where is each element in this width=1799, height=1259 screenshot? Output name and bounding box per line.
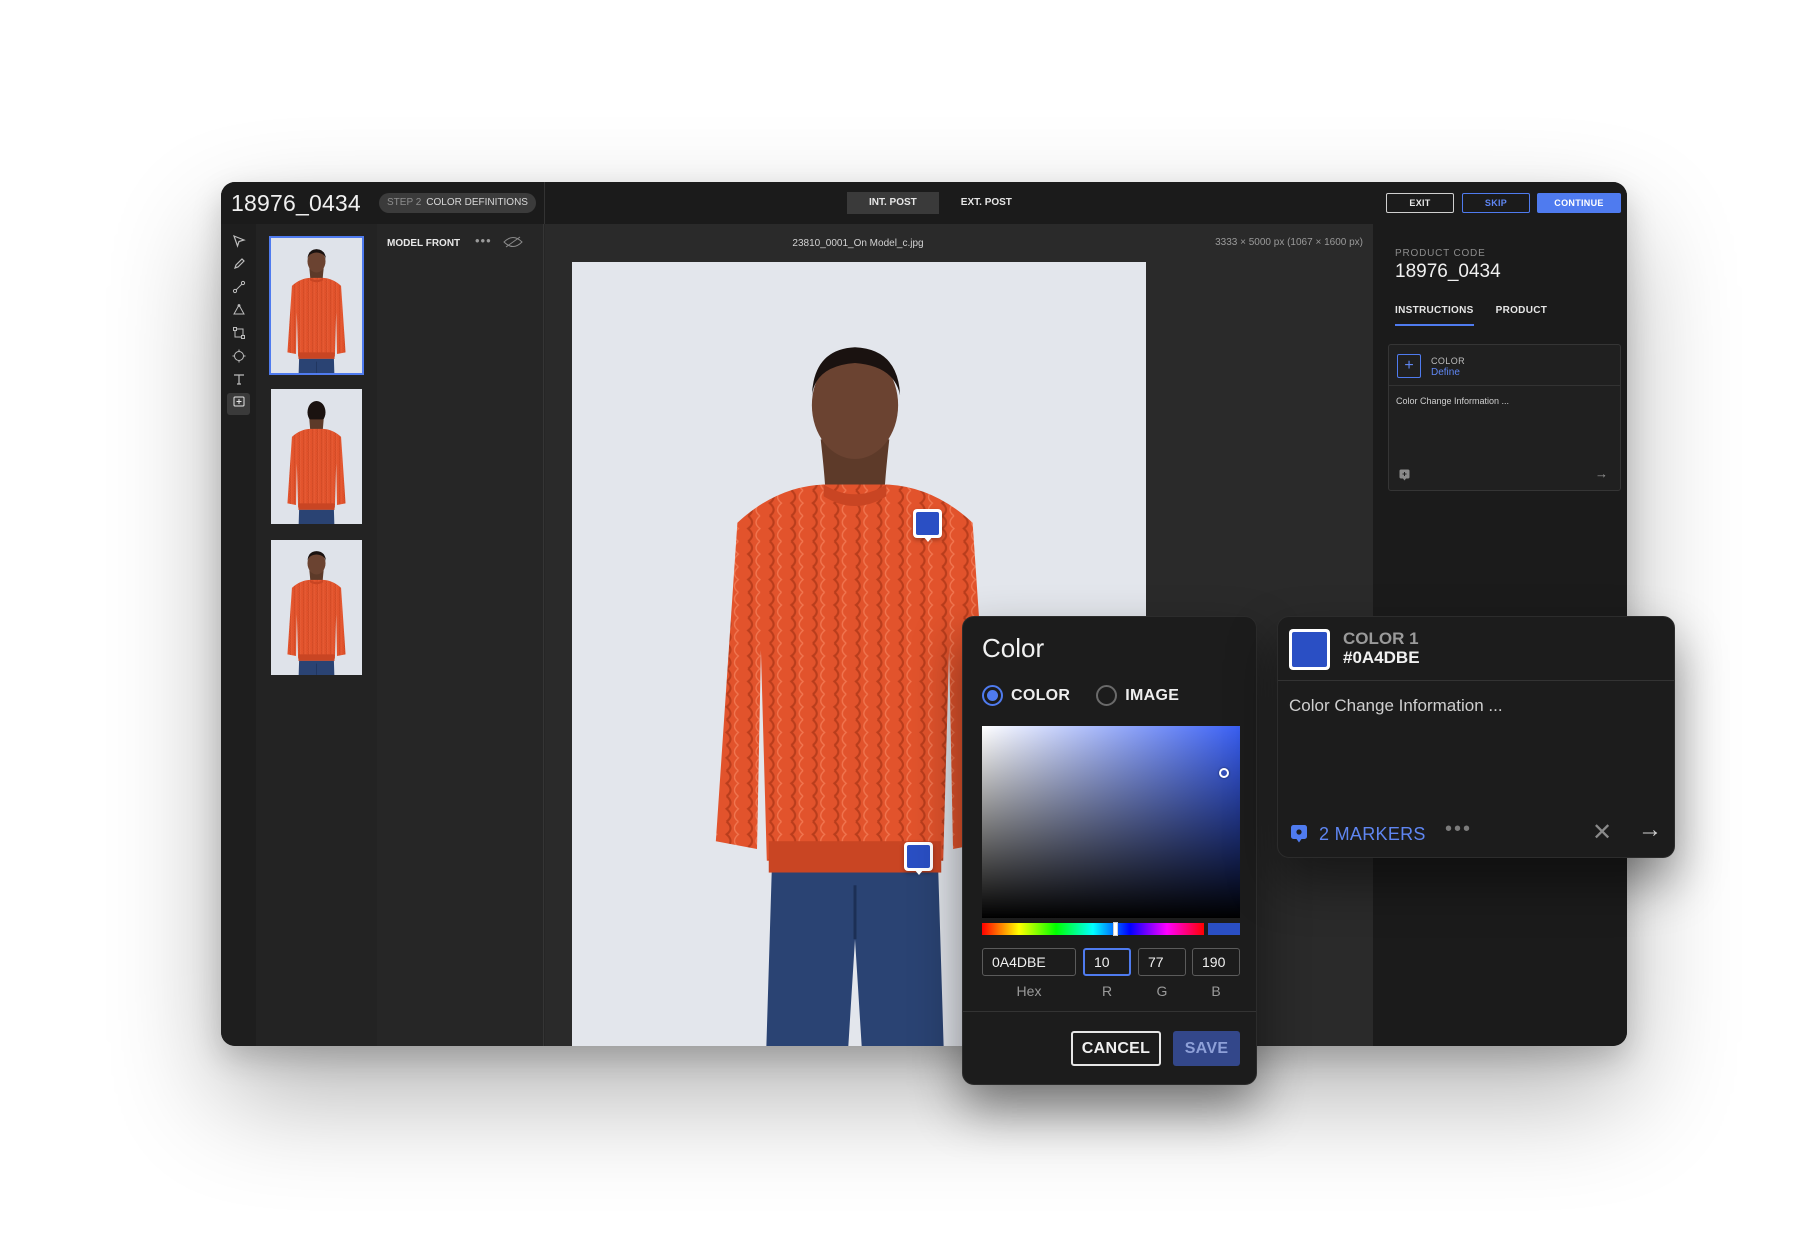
target-icon[interactable]: [227, 347, 250, 369]
tab-product[interactable]: PRODUCT: [1496, 305, 1548, 326]
product-code: 18976_0434: [1395, 261, 1501, 282]
divider: [544, 182, 545, 224]
thumbnail-front[interactable]: [269, 236, 364, 375]
tab-ext-post[interactable]: EXT. POST: [939, 192, 1034, 214]
panel-tabs: INSTRUCTIONS PRODUCT: [1395, 305, 1547, 326]
exit-button[interactable]: EXIT: [1386, 193, 1454, 213]
color-hex: #0A4DBE: [1343, 648, 1420, 667]
radio-color-label[interactable]: COLOR: [1011, 687, 1070, 705]
step-label: COLOR DEFINITIONS: [426, 197, 528, 208]
top-bar: 18976_0434 STEP 2 COLOR DEFINITIONS INT. …: [221, 182, 1627, 224]
blue-input[interactable]: 190: [1192, 948, 1240, 976]
close-icon[interactable]: ✕: [1592, 818, 1612, 847]
color-marker-1[interactable]: [913, 509, 942, 542]
step-indicator: STEP 2 COLOR DEFINITIONS: [379, 193, 536, 213]
green-label: G: [1156, 983, 1168, 999]
instruction-card: + COLOR Define Color Change Information …: [1388, 344, 1621, 491]
product-code-label: PRODUCT CODE: [1395, 248, 1486, 259]
marker-pin-icon: [1290, 824, 1308, 844]
instruction-text[interactable]: Color Change Information ...: [1396, 396, 1509, 406]
markers-count[interactable]: 2 MARKERS: [1319, 824, 1426, 845]
text-icon[interactable]: [227, 370, 250, 392]
more-options-icon[interactable]: •••: [475, 233, 492, 248]
visibility-off-icon[interactable]: [503, 236, 523, 251]
color-preview: [1208, 923, 1240, 935]
instruction-label: COLOR: [1431, 356, 1466, 366]
radio-color[interactable]: [982, 685, 1003, 706]
red-input[interactable]: 10: [1083, 948, 1131, 976]
picker-cursor[interactable]: [1219, 768, 1229, 778]
thumbnail-front-alt[interactable]: [271, 540, 362, 675]
hue-slider[interactable]: [982, 922, 1204, 936]
transform-icon[interactable]: [227, 324, 250, 346]
divider: [1389, 385, 1620, 386]
skip-button[interactable]: SKIP: [1462, 193, 1530, 213]
marker-add-icon[interactable]: [227, 393, 250, 415]
save-button[interactable]: SAVE: [1173, 1031, 1240, 1066]
more-options-icon[interactable]: •••: [1445, 818, 1472, 841]
red-label: R: [1101, 983, 1113, 999]
source-type-radios: COLOR IMAGE: [982, 685, 1205, 706]
divider: [1278, 680, 1674, 681]
step-number: STEP 2: [387, 197, 422, 208]
document-title: 18976_0434: [231, 190, 361, 216]
color-marker-2[interactable]: [904, 842, 933, 875]
hex-input[interactable]: 0A4DBE: [982, 948, 1076, 976]
color-info-card: COLOR 1 #0A4DBE Color Change Information…: [1277, 616, 1675, 858]
marker-pin-icon[interactable]: [1399, 469, 1410, 484]
color-change-text[interactable]: Color Change Information ...: [1289, 696, 1503, 716]
saturation-value-picker[interactable]: [982, 726, 1240, 918]
select-arrow-icon[interactable]: [227, 232, 250, 254]
green-input[interactable]: 77: [1138, 948, 1186, 976]
define-link[interactable]: Define: [1431, 367, 1460, 378]
editor-window: 18976_0434 STEP 2 COLOR DEFINITIONS INT. …: [221, 182, 1627, 1046]
hue-slider-thumb[interactable]: [1113, 922, 1118, 936]
file-name: 23810_0001_On Model_c.jpg: [792, 238, 924, 249]
dialog-title: Color: [982, 633, 1045, 663]
radio-image[interactable]: [1096, 685, 1118, 706]
thumbnail-column: [256, 224, 377, 1046]
tab-instructions[interactable]: INSTRUCTIONS: [1395, 305, 1474, 326]
add-color-button[interactable]: +: [1397, 354, 1421, 378]
continue-button[interactable]: CONTINUE: [1537, 193, 1621, 213]
thumbnail-back[interactable]: [271, 389, 362, 524]
path-icon[interactable]: [227, 278, 250, 300]
radio-image-label[interactable]: IMAGE: [1125, 687, 1179, 705]
blue-label: B: [1211, 983, 1221, 999]
tab-int-post[interactable]: INT. POST: [847, 192, 939, 214]
arrow-right-icon[interactable]: →: [1595, 466, 1608, 481]
cancel-button[interactable]: CANCEL: [1071, 1031, 1161, 1066]
color-swatch: [1289, 629, 1330, 670]
pen-icon[interactable]: [227, 255, 250, 277]
divider: [963, 1011, 1256, 1012]
view-toggle: INT. POST EXT. POST: [847, 192, 1034, 214]
layers-panel: MODEL FRONT •••: [377, 224, 544, 1046]
layers-title: MODEL FRONT: [387, 238, 461, 249]
hex-label: Hex: [1016, 983, 1042, 999]
vertex-icon[interactable]: [227, 301, 250, 323]
tool-bar: [221, 224, 256, 1046]
image-dimensions: 3333 × 5000 px (1067 × 1600 px): [1215, 237, 1363, 248]
arrow-right-icon[interactable]: →: [1638, 816, 1662, 844]
color-name: COLOR 1: [1343, 629, 1419, 648]
color-picker-dialog: Color COLOR IMAGE 0A4DBE 10 77 190 Hex R…: [962, 616, 1257, 1085]
